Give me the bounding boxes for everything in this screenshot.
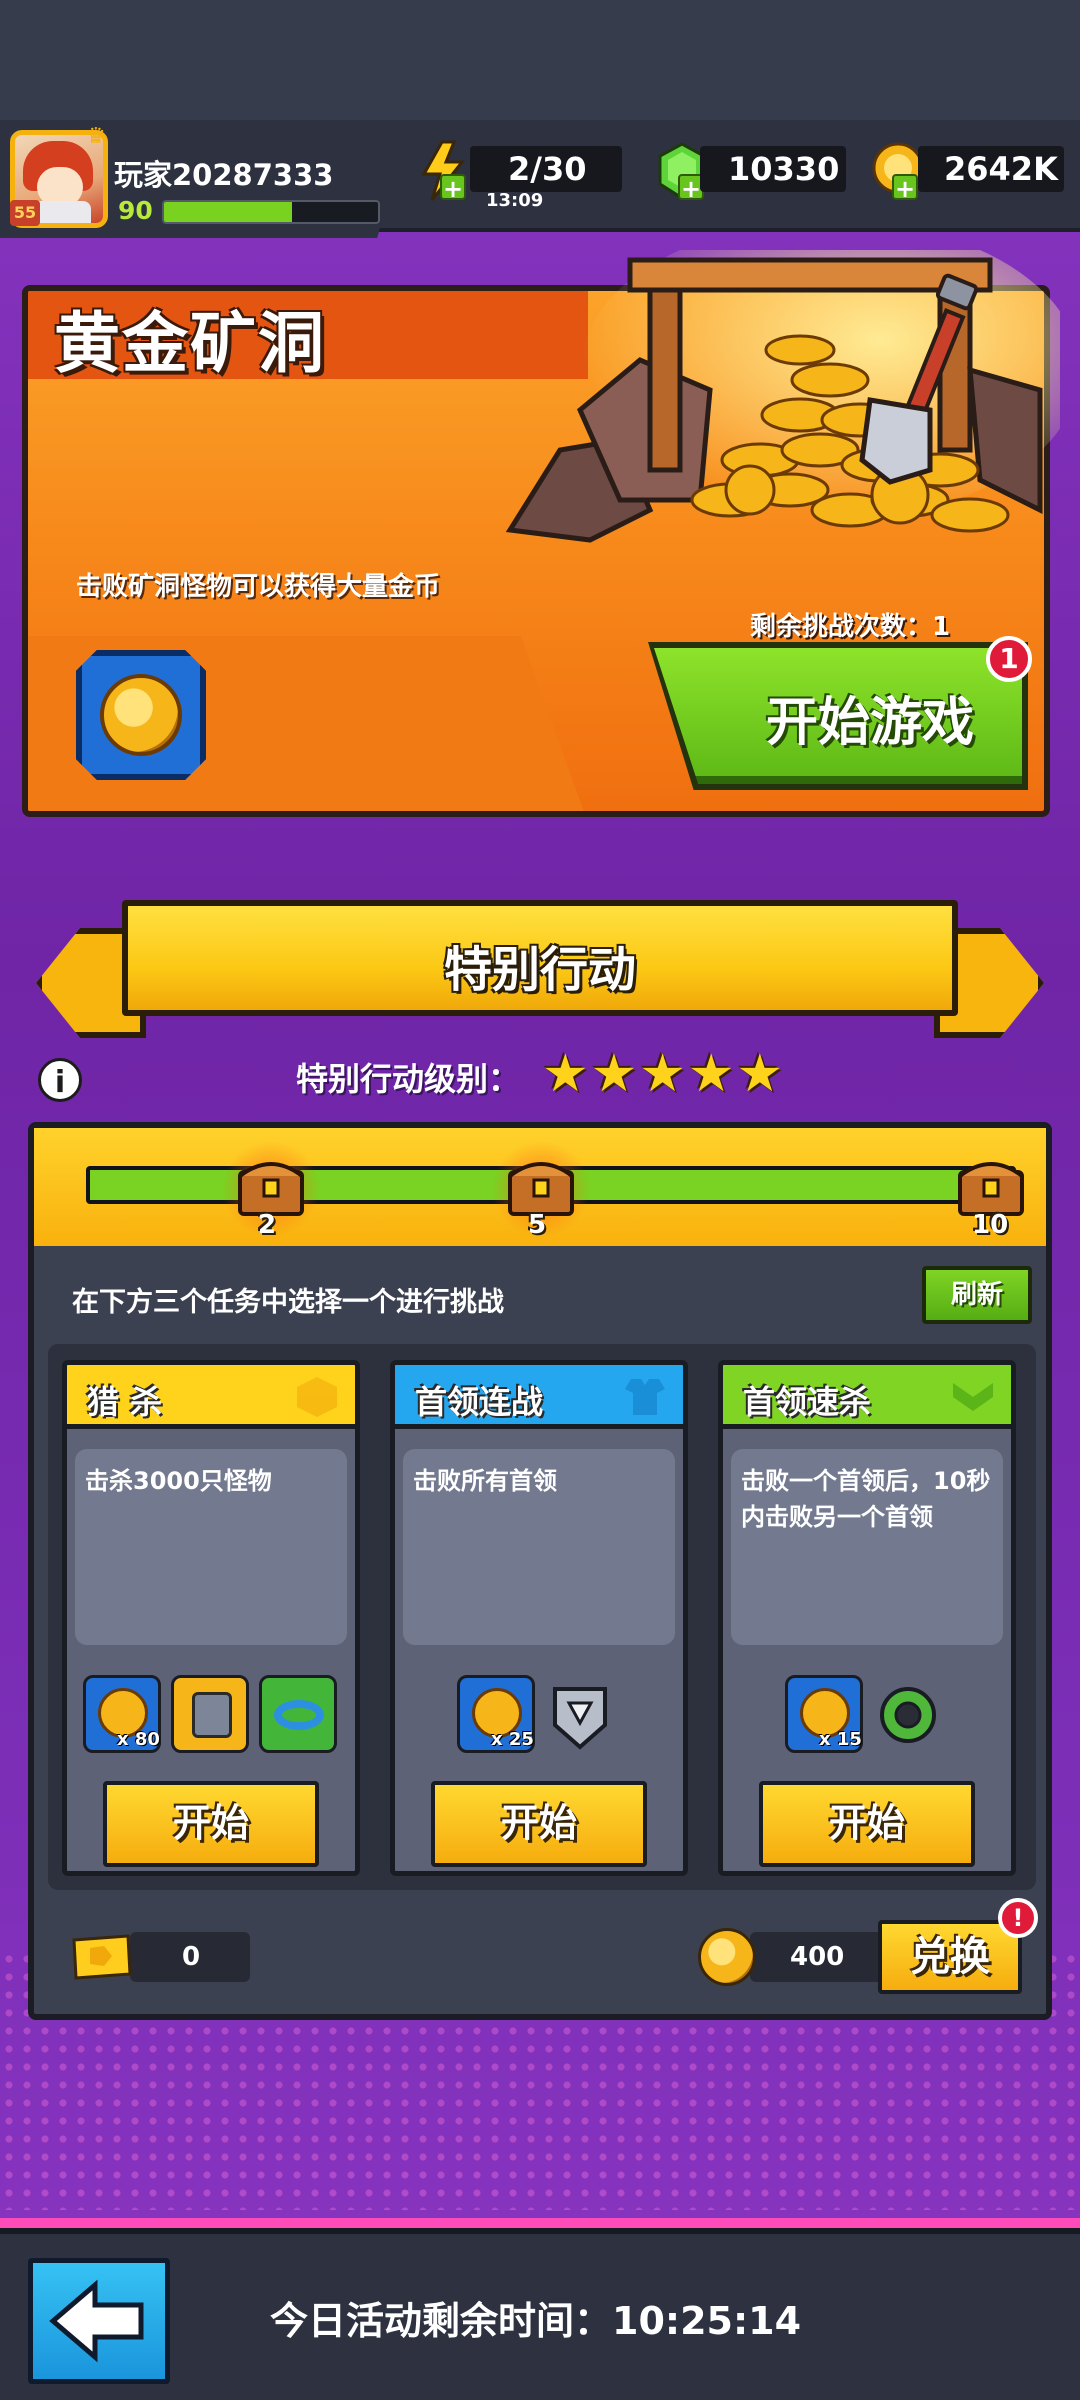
gems-value: 10330 xyxy=(728,150,840,188)
task-card-boss-speed: 首领速杀 击败一个首领后，10秒内击败另一个首领 x 15 开始 xyxy=(718,1360,1016,1876)
cube-icon xyxy=(297,1377,337,1417)
task-start-button[interactable]: 开始 xyxy=(431,1781,647,1867)
milestone-10-label: 10 xyxy=(972,1210,1009,1240)
choose-task-label: 在下方三个任务中选择一个进行挑战 xyxy=(72,1287,504,1318)
player-level-badge: 55 xyxy=(10,200,40,226)
task-description: 击败一个首领后，10秒内击败另一个首领 xyxy=(741,1467,991,1531)
xp-level: 90 xyxy=(118,196,153,225)
gear-reward-icon[interactable] xyxy=(869,1675,947,1753)
start-game-label[interactable]: 开始游戏 xyxy=(766,680,974,755)
milestone-5-label: 5 xyxy=(528,1210,547,1240)
treasure-chest-icon[interactable] xyxy=(956,1152,1026,1218)
crown-icon: ♛ xyxy=(86,124,106,149)
task-card-hunt: 猎 杀 击杀3000只怪物 x 80 开始 xyxy=(62,1360,360,1876)
reward-count: x 80 xyxy=(117,1729,160,1750)
exchange-notification-badge: ! xyxy=(998,1898,1038,1938)
task-start-button[interactable]: 开始 xyxy=(759,1781,975,1867)
player-name: 玩家20287333 xyxy=(114,158,334,192)
gold-coin-icon xyxy=(100,674,182,756)
task-card-boss-rush: 首领连战 击败所有首领 x 25 开始 xyxy=(390,1360,688,1876)
coin-cost: 400 xyxy=(790,1942,845,1972)
event-remaining-time: 今日活动剩余时间：10:25:14 xyxy=(270,2299,802,2343)
level-stars: ★★★★★ xyxy=(542,1044,786,1104)
armor-reward-icon[interactable] xyxy=(171,1675,249,1753)
gold-mine-illustration xyxy=(505,250,1060,543)
special-coin-icon xyxy=(698,1928,756,1986)
add-coins-icon[interactable]: + xyxy=(892,174,918,202)
task-start-button[interactable]: 开始 xyxy=(103,1781,319,1867)
coins-value: 2642K xyxy=(944,150,1058,188)
mine-description: 击败矿洞怪物可以获得大量金币 xyxy=(76,572,441,602)
footer-divider xyxy=(0,2218,1080,2228)
reward-count: x 15 xyxy=(819,1729,862,1750)
status-bar xyxy=(0,0,1080,120)
info-icon[interactable]: i xyxy=(38,1058,82,1102)
refresh-button[interactable]: 刷新 xyxy=(922,1266,1032,1324)
treasure-chest-icon[interactable] xyxy=(236,1152,306,1218)
shirt-icon xyxy=(625,1379,665,1415)
milestone-2-label: 2 xyxy=(258,1210,277,1240)
energy-value: 2/30 xyxy=(508,150,587,188)
add-energy-icon[interactable]: + xyxy=(440,174,466,202)
energy-timer: 13:09 xyxy=(486,190,544,211)
pendant-reward-icon[interactable] xyxy=(541,1675,619,1753)
back-button[interactable] xyxy=(28,2258,170,2384)
ticket-icon xyxy=(72,1934,132,1980)
exchange-button[interactable]: 兑换 xyxy=(878,1920,1022,1994)
mine-title: 黄金矿洞 xyxy=(54,305,326,382)
treasure-chest-icon[interactable] xyxy=(506,1152,576,1218)
special-action-title: 特别行动 xyxy=(443,942,636,998)
start-game-notification-badge: 1 xyxy=(986,636,1032,682)
special-action-level-label: 特别行动级别： xyxy=(296,1060,521,1098)
task-description: 击杀3000只怪物 xyxy=(85,1467,272,1495)
reward-count: x 25 xyxy=(491,1729,534,1750)
ring-reward-icon[interactable] xyxy=(259,1675,337,1753)
back-arrow-icon xyxy=(49,2279,144,2363)
chevron-icon xyxy=(953,1383,993,1411)
task-title: 猎 杀 xyxy=(87,1383,163,1421)
ticket-count: 0 xyxy=(182,1942,201,1972)
task-description: 击败所有首领 xyxy=(413,1467,557,1495)
xp-progress-fill xyxy=(164,202,293,222)
xp-progress-bar xyxy=(162,200,380,224)
task-title: 首领连战 xyxy=(415,1383,544,1421)
remaining-attempts: 剩余挑战次数：1 xyxy=(750,612,951,642)
task-title: 首领速杀 xyxy=(743,1383,872,1421)
